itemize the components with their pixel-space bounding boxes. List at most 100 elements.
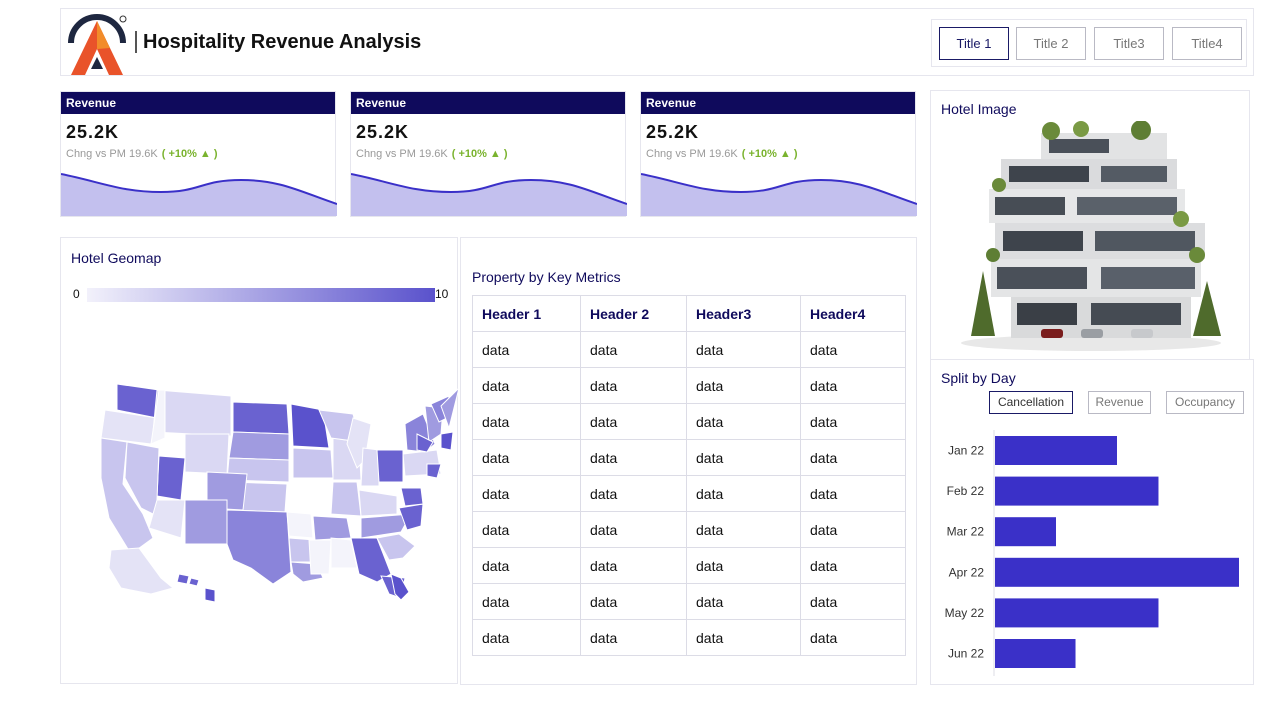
split-by-day-panel: Split by Day Cancellation Revenue Occupa… — [930, 359, 1254, 685]
kpi-change-text: Chng vs PM 19.6K — [646, 148, 738, 160]
bar-apr-22[interactable] — [995, 557, 1239, 587]
page-title: Hospitality Revenue Analysis — [143, 31, 422, 53]
table-cell: data — [580, 475, 687, 512]
table-cell: data — [580, 583, 687, 620]
kpi-value: 25.2K — [356, 122, 410, 142]
table-row[interactable]: data data data data — [472, 547, 906, 584]
kpi-sparkline — [61, 173, 337, 216]
table-cell: data — [800, 403, 906, 440]
table-cell: data — [472, 619, 581, 656]
kpi-card-revenue-2: Revenue 25.2K Chng vs PM 19.6K( +10% ▲ ) — [350, 91, 627, 217]
kpi-change: Chng vs PM 19.6K( +10% ▲ ) — [66, 148, 218, 160]
table-cell: data — [472, 547, 581, 584]
kpi-value: 25.2K — [66, 122, 120, 142]
table-row[interactable]: data data data data — [472, 619, 906, 656]
table-row[interactable]: data data data data — [472, 511, 906, 548]
table-cell: data — [580, 547, 687, 584]
split-by-day-bar-chart: Jan 22 Feb 22 Mar 22 Apr 22 May 22 Jun 22 — [945, 430, 1239, 676]
category-label: Mar 22 — [947, 525, 985, 539]
table-cell: data — [686, 619, 801, 656]
property-metrics-panel: Property by Key Metrics Header 1 Header … — [460, 237, 917, 685]
bar-may-22[interactable] — [995, 598, 1159, 628]
table-cell: data — [686, 511, 801, 548]
table-cell: data — [580, 439, 687, 476]
category-label: May 22 — [945, 606, 985, 620]
table-row[interactable]: data data data data — [472, 367, 906, 404]
kpi-change-text: Chng vs PM 19.6K — [66, 148, 158, 160]
tab-title-3[interactable]: Title3 — [1094, 27, 1164, 60]
bar-mar-22[interactable] — [995, 517, 1056, 547]
column-header[interactable]: Header4 — [800, 295, 906, 332]
column-header[interactable]: Header 2 — [580, 295, 687, 332]
kpi-value: 25.2K — [646, 122, 700, 142]
bar-jan-22[interactable] — [995, 436, 1117, 465]
column-header[interactable]: Header3 — [686, 295, 801, 332]
tab-title-2[interactable]: Title 2 — [1016, 27, 1086, 60]
table-cell: data — [472, 583, 581, 620]
table-title: Property by Key Metrics — [472, 269, 621, 285]
table-cell: data — [686, 583, 801, 620]
hotel-geomap-panel: Hotel Geomap 0 10 — [60, 237, 459, 685]
table-row[interactable]: data data data data — [472, 331, 906, 368]
table-header-row: Header 1 Header 2 Header3 Header4 — [472, 295, 906, 332]
table-cell: data — [580, 619, 687, 656]
us-choropleth-map[interactable] — [61, 238, 459, 685]
tab-title-4[interactable]: Title4 — [1172, 27, 1242, 60]
category-label: Jun 22 — [948, 647, 984, 661]
table-cell: data — [580, 403, 687, 440]
kpi-change: Chng vs PM 19.6K( +10% ▲ ) — [646, 148, 798, 160]
brand-logo-icon — [68, 14, 127, 75]
table-cell: data — [686, 547, 801, 584]
kpi-change: Chng vs PM 19.6K( +10% ▲ ) — [356, 148, 508, 160]
table-cell: data — [800, 367, 906, 404]
revenue-button[interactable]: Revenue — [1088, 391, 1151, 414]
kpi-sparkline — [641, 173, 917, 216]
table-cell: data — [686, 439, 801, 476]
table-row[interactable]: data data data data — [472, 403, 906, 440]
kpi-label: Revenue — [641, 92, 915, 114]
title-divider — [135, 31, 137, 53]
split-title: Split by Day — [941, 370, 1016, 386]
dashboard-header: Hospitality Revenue Analysis Title 1 Tit… — [60, 8, 1254, 76]
tab-title-1[interactable]: Title 1 — [939, 27, 1009, 60]
table-cell: data — [472, 367, 581, 404]
kpi-change-pct: ( +10% ▲ ) — [451, 148, 508, 160]
table-cell: data — [472, 403, 581, 440]
category-label: Apr 22 — [949, 565, 985, 579]
column-header[interactable]: Header 1 — [472, 295, 581, 332]
table-cell: data — [472, 331, 581, 368]
table-cell: data — [800, 331, 906, 368]
table-row[interactable]: data data data data — [472, 475, 906, 512]
table-cell: data — [686, 403, 801, 440]
occupancy-button[interactable]: Occupancy — [1166, 391, 1244, 414]
property-metrics-table: Header 1 Header 2 Header3 Header4 data da… — [472, 295, 906, 656]
table-cell: data — [800, 511, 906, 548]
category-label: Feb 22 — [947, 484, 985, 498]
bar-jun-22[interactable] — [995, 639, 1076, 668]
kpi-change-text: Chng vs PM 19.6K — [356, 148, 448, 160]
table-cell: data — [686, 367, 801, 404]
kpi-change-pct: ( +10% ▲ ) — [161, 148, 218, 160]
kpi-card-revenue-1: Revenue 25.2K Chng vs PM 19.6K( +10% ▲ ) — [60, 91, 337, 217]
kpi-change-pct: ( +10% ▲ ) — [741, 148, 798, 160]
table-cell: data — [580, 511, 687, 548]
table-cell: data — [472, 439, 581, 476]
table-cell: data — [800, 475, 906, 512]
category-label: Jan 22 — [948, 444, 984, 458]
kpi-card-revenue-3: Revenue 25.2K Chng vs PM 19.6K( +10% ▲ ) — [640, 91, 917, 217]
table-cell: data — [580, 367, 687, 404]
hotel-image-title: Hotel Image — [941, 101, 1017, 117]
hotel-image-panel: Hotel Image — [930, 90, 1250, 360]
title-tabs: Title 1 Title 2 Title3 Title4 — [931, 19, 1247, 67]
table-cell: data — [800, 547, 906, 584]
table-cell: data — [800, 583, 906, 620]
table-cell: data — [800, 439, 906, 476]
kpi-sparkline — [351, 173, 627, 216]
table-cell: data — [580, 331, 687, 368]
cancellation-button[interactable]: Cancellation — [989, 391, 1073, 414]
bar-feb-22[interactable] — [995, 476, 1159, 506]
table-cell: data — [472, 511, 581, 548]
table-cell: data — [472, 475, 581, 512]
table-row[interactable]: data data data data — [472, 439, 906, 476]
table-row[interactable]: data data data data — [472, 583, 906, 620]
